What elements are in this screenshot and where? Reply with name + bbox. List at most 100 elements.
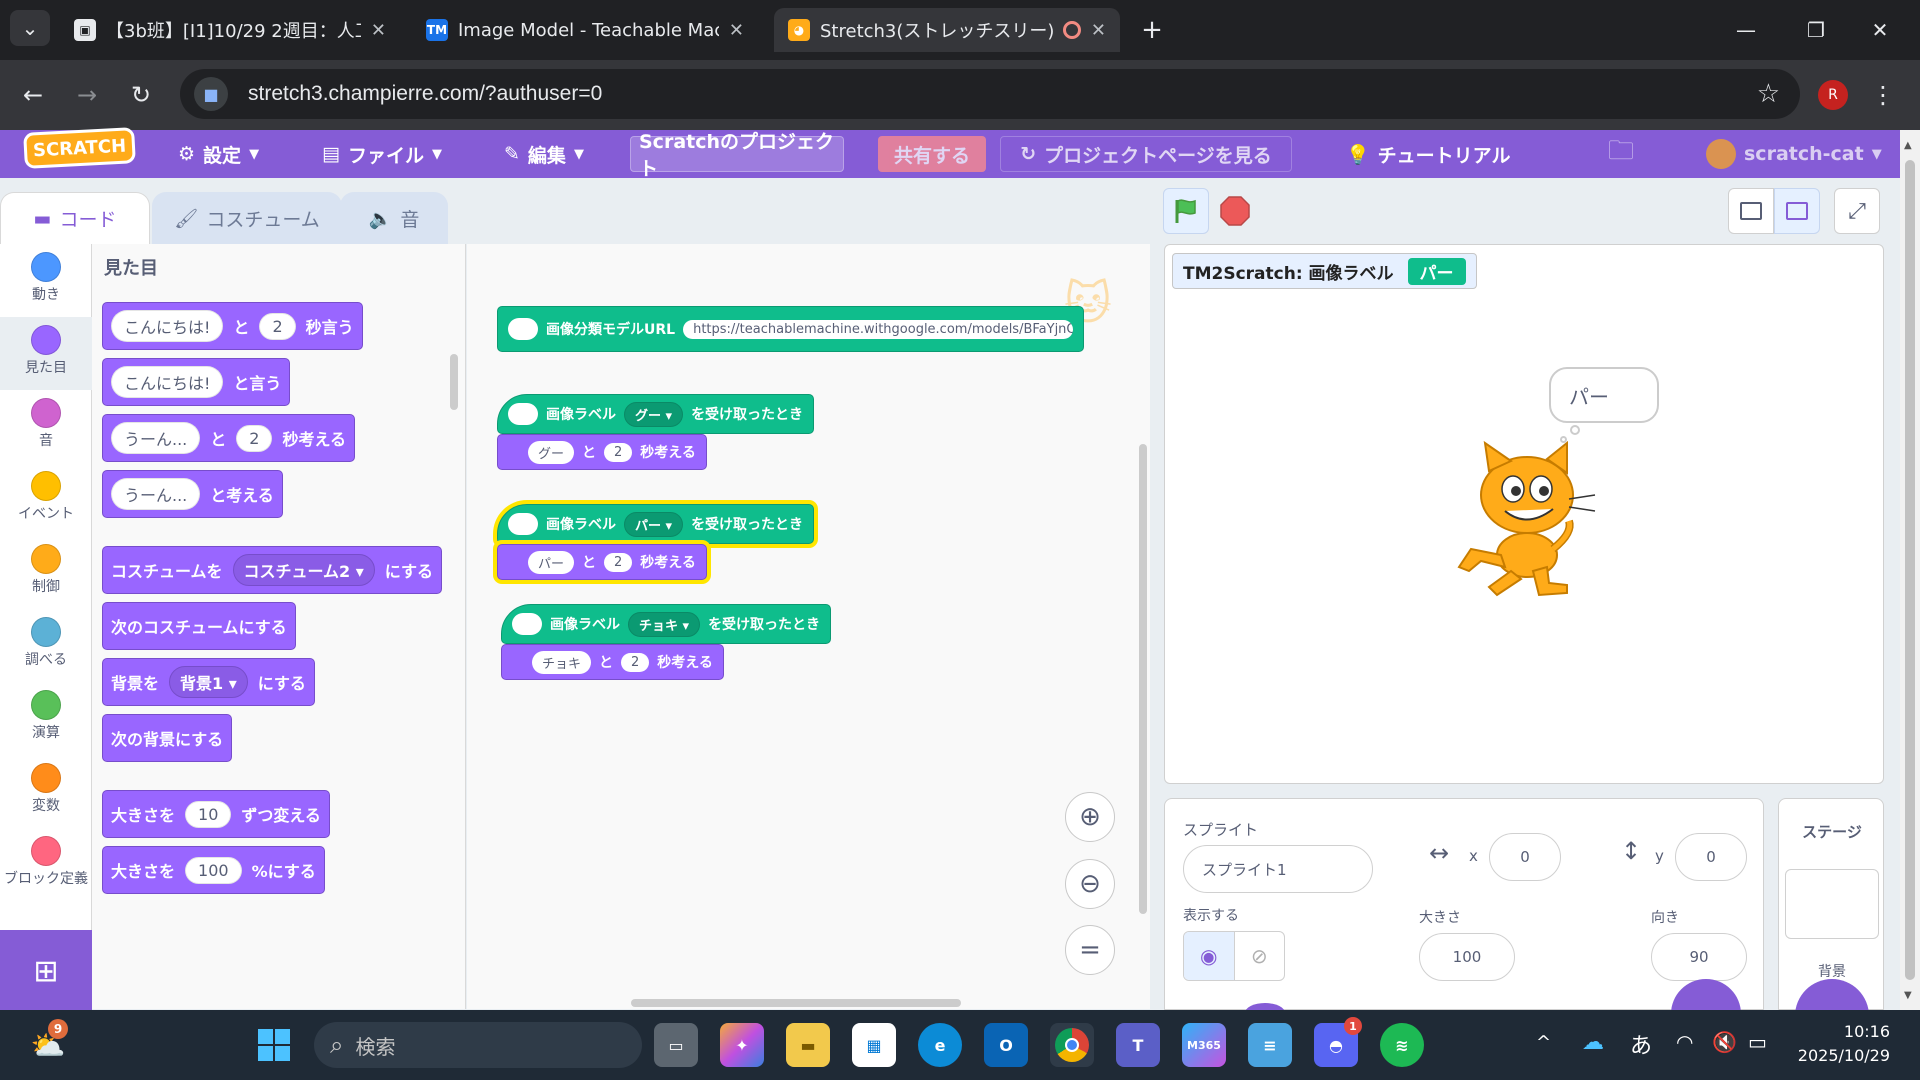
palette-block[interactable]: 次のコスチュームにする <box>102 602 296 650</box>
file-explorer-icon[interactable]: ▬ <box>786 1023 830 1067</box>
edge-icon[interactable]: e <box>918 1023 962 1067</box>
restore-icon[interactable]: ❐ <box>1796 12 1836 48</box>
think-for-secs-block[interactable]: パーと 2 秒考える <box>497 544 707 580</box>
zoom-out-button[interactable]: ⊖ <box>1065 859 1115 909</box>
think-seconds-input[interactable]: 2 <box>604 552 633 572</box>
category-7[interactable]: 演算 <box>0 682 92 755</box>
block-dropdown[interactable]: 背景1 ▾ <box>169 666 248 698</box>
see-project-page-button[interactable]: ↻ プロジェクトページを見る <box>1000 136 1292 172</box>
block-input[interactable]: 2 <box>236 424 273 452</box>
block-input[interactable]: うーん... <box>111 422 201 454</box>
palette-block[interactable]: 大きさを 100 %にする <box>102 846 325 894</box>
chrome-icon[interactable] <box>1050 1023 1094 1067</box>
sprite-name-input[interactable]: スプライト1 <box>1183 845 1373 893</box>
reload-icon[interactable]: ↻ <box>124 78 158 112</box>
stop-button[interactable] <box>1212 188 1258 234</box>
model-url-block[interactable]: 画像分類モデルURL https://teachablemachine.with… <box>497 306 1085 352</box>
block-input[interactable]: 10 <box>185 800 232 828</box>
direction-input[interactable]: 90 <box>1651 933 1747 981</box>
think-message-input[interactable]: チョキ <box>532 650 592 674</box>
palette-block[interactable]: 背景を 背景1 ▾ にする <box>102 658 315 706</box>
forward-icon[interactable]: → <box>70 78 104 112</box>
category-4[interactable]: イベント <box>0 463 92 536</box>
tab-code[interactable]: ▬ コード <box>0 192 150 244</box>
spotify-icon[interactable]: ≋ <box>1380 1023 1424 1067</box>
category-9[interactable]: ブロック定義 <box>0 828 92 901</box>
my-stuff-folder-icon[interactable]: 🗀 <box>1608 130 1634 178</box>
chrome-menu-icon[interactable]: ⋮ <box>1866 78 1900 112</box>
when-label-received-hat-block[interactable]: 画像ラベル グー ▾ を受け取ったとき <box>497 394 815 434</box>
minimize-icon[interactable]: — <box>1726 12 1766 48</box>
label-dropdown[interactable]: グー ▾ <box>624 401 684 427</box>
hide-button[interactable]: ⊘ <box>1235 932 1285 980</box>
block-input[interactable]: こんにちは! <box>111 366 224 398</box>
browser-tab-2[interactable]: TM Image Model - Teachable Mach ✕ <box>412 8 758 52</box>
add-extension-button[interactable]: ⊞ <box>0 930 92 1012</box>
palette-block[interactable]: うーん... と 2 秒考える <box>102 414 355 462</box>
block-input[interactable]: 2 <box>259 312 296 340</box>
workspace-horizontal-scrollbar[interactable] <box>631 999 961 1007</box>
new-tab-button[interactable]: + <box>1132 12 1172 48</box>
category-5[interactable]: 制御 <box>0 536 92 609</box>
wifi-icon[interactable]: ◠ <box>1676 1030 1693 1054</box>
show-hidden-icons-icon[interactable]: ^ <box>1536 1032 1551 1053</box>
scratch-cat-sprite[interactable] <box>1449 437 1599 597</box>
teams-icon[interactable]: T <box>1116 1023 1160 1067</box>
back-icon[interactable]: ← <box>16 78 50 112</box>
zoom-in-button[interactable]: ⊕ <box>1065 792 1115 842</box>
scroll-up-icon[interactable]: ▲ <box>1904 140 1912 151</box>
category-6[interactable]: 調べる <box>0 609 92 682</box>
small-stage-button[interactable] <box>1728 188 1774 234</box>
clock[interactable]: 10:16 2025/10/29 <box>1780 1020 1890 1068</box>
window-close-icon[interactable]: ✕ <box>1860 12 1900 48</box>
address-bar[interactable]: ■ stretch3.champierre.com/?authuser=0 ☆ <box>180 69 1800 119</box>
task-view-icon[interactable]: ▭ <box>654 1023 698 1067</box>
category-2[interactable]: 見た目 <box>0 317 92 390</box>
project-title-input[interactable]: Scratchのプロジェクト <box>630 131 844 180</box>
battery-icon[interactable]: ▭ <box>1748 1030 1767 1054</box>
when-label-received-hat-block[interactable]: 画像ラベル チョキ ▾ を受け取ったとき <box>501 604 832 644</box>
tutorials-button[interactable]: 💡 チュートリアル <box>1346 130 1510 178</box>
page-scrollbar[interactable]: ▲ ▼ <box>1900 130 1920 1010</box>
label-dropdown[interactable]: パー ▾ <box>624 511 684 537</box>
account-menu[interactable]: scratch-cat ▼ <box>1706 130 1882 178</box>
block-input[interactable]: 100 <box>185 856 242 884</box>
y-input[interactable]: 0 <box>1675 833 1747 881</box>
browser-tab-3[interactable]: ◕ Stretch3(ストレッチスリー) ✕ <box>774 8 1120 52</box>
notepad-icon[interactable]: ≡ <box>1248 1023 1292 1067</box>
block-input[interactable]: うーん... <box>111 478 201 510</box>
think-message-input[interactable]: グー <box>528 440 575 464</box>
script-workspace[interactable]: 🐱 画像分類モデルURL https://teachablemachine.wi… <box>467 244 1150 1009</box>
discord-icon[interactable]: ◓ 1 <box>1314 1017 1362 1067</box>
bookmark-star-icon[interactable]: ☆ <box>1757 79 1780 109</box>
stage[interactable]: TM2Scratch: 画像ラベル パー パー <box>1164 244 1884 784</box>
palette-block[interactable]: うーん... と考える <box>102 470 283 518</box>
show-button[interactable]: ◉ <box>1184 932 1235 980</box>
taskbar-search-box[interactable]: ⌕ 検索 <box>314 1022 642 1068</box>
browser-tab-1[interactable]: ▣ 【3b班】[I1]10/29 2週目：人工知 ✕ <box>60 8 400 52</box>
workspace-vertical-scrollbar[interactable] <box>1139 444 1147 914</box>
label-dropdown[interactable]: チョキ ▾ <box>628 611 701 637</box>
category-8[interactable]: 変数 <box>0 755 92 828</box>
block-input[interactable]: こんにちは! <box>111 310 224 342</box>
size-input[interactable]: 100 <box>1419 933 1515 981</box>
tab-sounds[interactable]: 🔈 音 <box>340 192 448 244</box>
file-menu[interactable]: ▤ ファイル ▼ <box>322 130 442 178</box>
stage-thumbnail[interactable] <box>1785 869 1879 939</box>
copilot-icon[interactable]: ✦ <box>720 1023 764 1067</box>
think-seconds-input[interactable]: 2 <box>604 442 633 462</box>
ime-indicator[interactable]: あ <box>1630 1028 1652 1060</box>
page-scroll-thumb[interactable] <box>1905 160 1915 980</box>
category-3[interactable]: 音 <box>0 390 92 463</box>
palette-block[interactable]: こんにちは! と 2 秒言う <box>102 302 363 350</box>
think-for-secs-block[interactable]: グーと 2 秒考える <box>497 434 707 470</box>
variable-monitor[interactable]: TM2Scratch: 画像ラベル パー <box>1172 253 1477 289</box>
large-stage-button[interactable] <box>1774 188 1820 234</box>
palette-block[interactable]: 大きさを 10 ずつ変える <box>102 790 330 838</box>
tab-costumes[interactable]: 🖌 コスチューム <box>152 192 342 244</box>
palette-block[interactable]: こんにちは! と言う <box>102 358 291 406</box>
fullscreen-button[interactable]: ⤢ <box>1834 188 1880 234</box>
category-1[interactable]: 動き <box>0 244 92 317</box>
edit-menu[interactable]: ✎ 編集 ▼ <box>504 130 584 178</box>
block-dropdown[interactable]: コスチューム2 ▾ <box>232 554 375 586</box>
